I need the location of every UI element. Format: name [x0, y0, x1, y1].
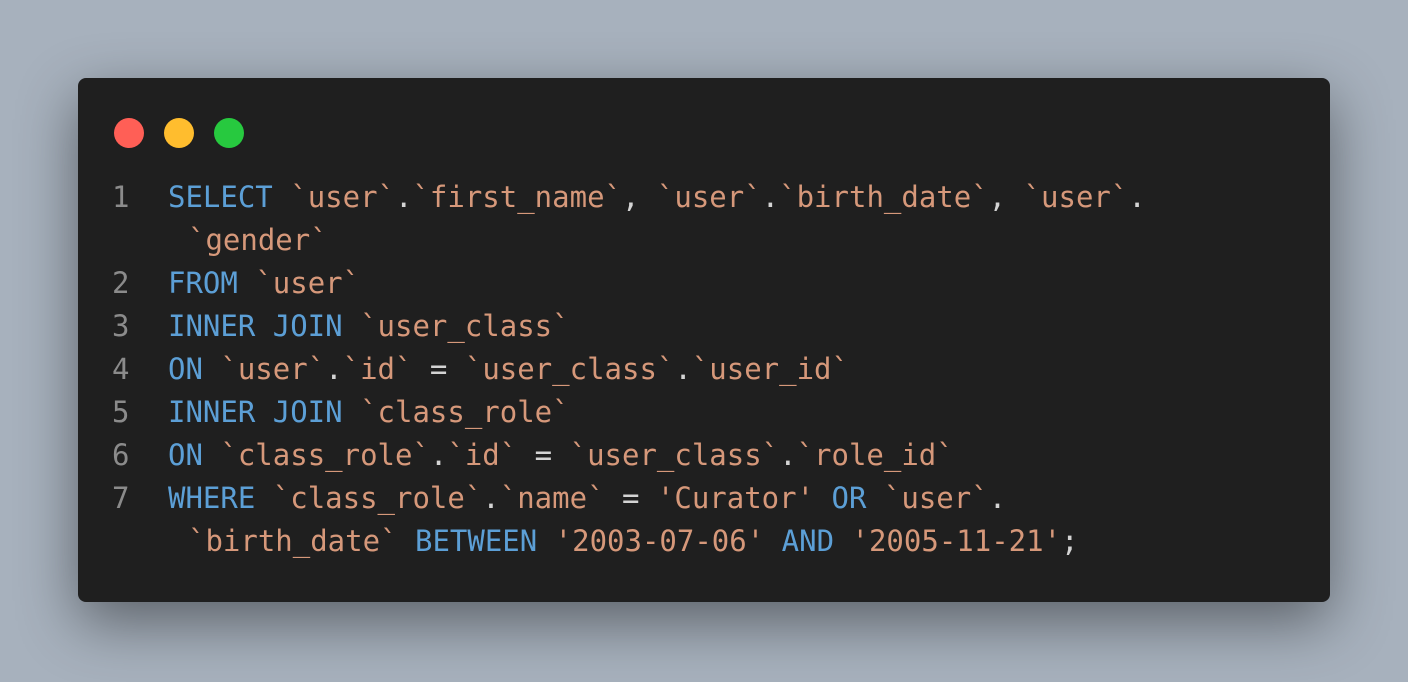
line-number: 7 — [112, 481, 130, 515]
sql-punctuation — [398, 524, 415, 558]
code-line: 3 INNER JOIN `user_class` — [112, 305, 1300, 348]
sql-string: '2003-07-06' — [554, 524, 765, 558]
sql-punctuation — [203, 352, 220, 386]
sql-identifier: `birth_date` — [188, 524, 398, 558]
sql-keyword: FROM — [168, 266, 238, 300]
sql-punctuation: . — [482, 481, 500, 515]
minimize-dot-icon[interactable] — [164, 118, 194, 148]
sql-punctuation: . — [325, 352, 343, 386]
sql-keyword: INNER JOIN — [168, 395, 343, 429]
code-text: SELECT `user`.`first_name`, `user`.`birt… — [168, 176, 1300, 219]
sql-identifier: `user` — [255, 266, 361, 300]
sql-identifier: `user` — [1023, 180, 1129, 214]
code-text: FROM `user` — [168, 262, 1300, 305]
sql-punctuation: . — [395, 180, 413, 214]
code-text: INNER JOIN `user_class` — [168, 305, 1300, 348]
sql-punctuation: = — [604, 481, 657, 515]
sql-punctuation — [814, 481, 831, 515]
sql-identifier: `first_name` — [412, 180, 622, 214]
close-dot-icon[interactable] — [114, 118, 144, 148]
sql-punctuation — [238, 266, 255, 300]
sql-punctuation — [203, 438, 220, 472]
sql-identifier: `class_role` — [220, 438, 430, 472]
code-text: WHERE `class_role`.`name` = 'Curator' OR… — [168, 477, 1300, 520]
sql-punctuation — [537, 524, 554, 558]
line-number: 6 — [112, 438, 130, 472]
sql-identifier: `user_id` — [691, 352, 849, 386]
sql-punctuation: , — [621, 180, 657, 214]
code-window: 1 SELECT `user`.`first_name`, `user`.`bir… — [78, 78, 1330, 602]
line-number: 4 — [112, 352, 130, 386]
sql-punctuation — [255, 481, 272, 515]
sql-punctuation: , — [988, 180, 1024, 214]
line-number: 1 — [112, 180, 130, 214]
sql-identifier: `class_role` — [360, 395, 570, 429]
code-text: `gender` — [188, 223, 328, 257]
sql-identifier: `name` — [499, 481, 605, 515]
sql-keyword: ON — [168, 438, 203, 472]
sql-string: '2005-11-21' — [851, 524, 1062, 558]
sql-keyword: SELECT — [168, 180, 273, 214]
sql-identifier: `user` — [656, 180, 762, 214]
sql-identifier: `user_class` — [360, 309, 570, 343]
sql-keyword: OR — [831, 481, 867, 515]
sql-identifier: `user` — [290, 180, 395, 214]
sql-identifier: `user_class` — [569, 438, 780, 472]
code-text: INNER JOIN `class_role` — [168, 391, 1300, 434]
sql-punctuation: . — [761, 180, 780, 214]
sql-string: 'Curator' — [656, 481, 815, 515]
code-line-continuation: `birth_date` BETWEEN '2003-07-06' AND '2… — [112, 520, 1300, 563]
maximize-dot-icon[interactable] — [214, 118, 244, 148]
sql-punctuation — [866, 481, 883, 515]
sql-keyword: AND — [781, 524, 835, 558]
sql-punctuation: . — [429, 438, 448, 472]
code-line: 4 ON `user`.`id` = `user_class`.`user_id` — [112, 348, 1300, 391]
sql-identifier: `id` — [342, 352, 413, 386]
sql-punctuation — [343, 309, 360, 343]
sql-keyword: ON — [168, 352, 203, 386]
line-number: 2 — [112, 266, 130, 300]
code-line: 6 ON `class_role`.`id` = `user_class`.`ro… — [112, 434, 1300, 477]
sql-identifier: `user` — [883, 481, 989, 515]
sql-punctuation: . — [779, 438, 797, 472]
line-number: 3 — [112, 309, 130, 343]
sql-identifier: `user_class` — [464, 352, 675, 386]
sql-punctuation — [343, 395, 360, 429]
sql-identifier: `birth_date` — [779, 180, 989, 214]
code-line: 1 SELECT `user`.`first_name`, `user`.`bir… — [112, 176, 1300, 219]
sql-identifier: `class_role` — [272, 481, 483, 515]
sql-punctuation: . — [674, 352, 692, 386]
sql-punctuation: . — [1128, 180, 1146, 214]
sql-keyword: WHERE — [168, 481, 256, 515]
code-text: ON `class_role`.`id` = `user_class`.`rol… — [168, 434, 1300, 477]
sql-punctuation: = — [517, 438, 570, 472]
sql-punctuation — [273, 180, 290, 214]
code-block: 1 SELECT `user`.`first_name`, `user`.`bir… — [112, 176, 1300, 563]
line-number: 5 — [112, 395, 130, 429]
sql-identifier: `role_id` — [796, 438, 954, 472]
sql-keyword: BETWEEN — [414, 524, 538, 558]
sql-punctuation — [834, 524, 851, 558]
sql-identifier: `id` — [447, 438, 518, 472]
code-text: `birth_date` BETWEEN '2003-07-06' AND '2… — [188, 524, 1079, 558]
sql-identifier: `gender` — [188, 223, 328, 257]
code-text: ON `user`.`id` = `user_class`.`user_id` — [168, 348, 1300, 391]
sql-identifier: `user` — [220, 352, 326, 386]
sql-punctuation: . — [988, 481, 1007, 515]
code-line-continuation: `gender` — [112, 219, 1300, 262]
window-controls — [114, 118, 244, 148]
sql-keyword: INNER JOIN — [168, 309, 343, 343]
sql-punctuation: ; — [1061, 524, 1079, 558]
code-line: 2 FROM `user` — [112, 262, 1300, 305]
sql-punctuation — [764, 524, 781, 558]
code-line: 7 WHERE `class_role`.`name` = 'Curator' O… — [112, 477, 1300, 520]
sql-punctuation: = — [412, 352, 465, 386]
code-line: 5 INNER JOIN `class_role` — [112, 391, 1300, 434]
